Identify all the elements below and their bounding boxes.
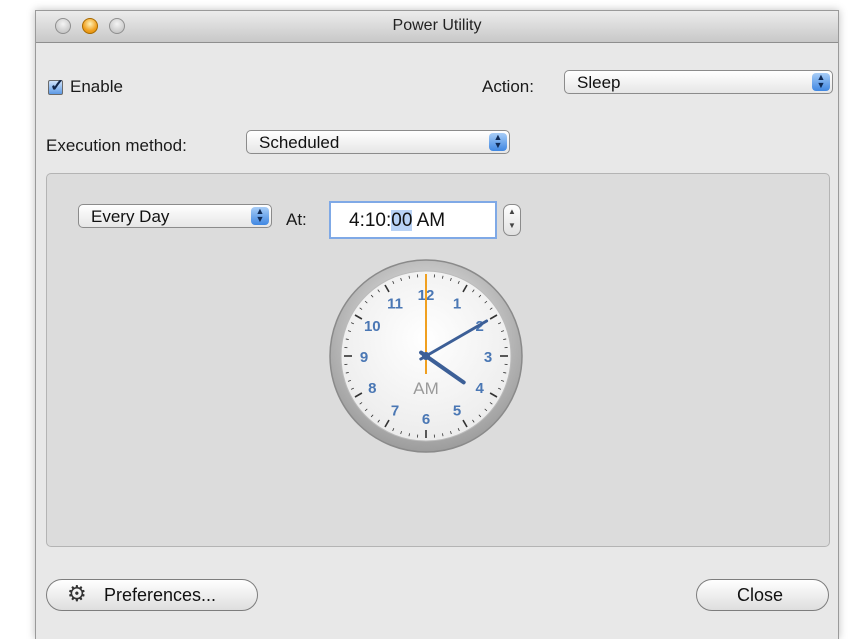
clock-number: 7 bbox=[391, 403, 399, 420]
popup-arrows-icon: ▲▼ bbox=[489, 133, 507, 151]
analog-clock: 121234567891011 AM bbox=[326, 256, 526, 456]
clock-number: 6 bbox=[422, 411, 430, 428]
stepper-up-icon[interactable]: ▲ bbox=[504, 205, 520, 219]
time-stepper[interactable]: ▲ ▼ bbox=[503, 204, 521, 236]
close-button[interactable]: Close bbox=[696, 579, 829, 611]
time-text: 4:10:00 AM bbox=[349, 210, 445, 232]
clock-center-pin bbox=[422, 352, 430, 360]
clock-number: 4 bbox=[476, 380, 485, 397]
execution-method-value: Scheduled bbox=[259, 133, 339, 153]
action-popup[interactable]: Sleep ▲▼ bbox=[564, 70, 833, 94]
time-field[interactable]: 4:10:00 AM bbox=[329, 201, 497, 239]
frequency-popup[interactable]: Every Day ▲▼ bbox=[78, 204, 272, 228]
action-label: Action: bbox=[482, 77, 534, 97]
action-value: Sleep bbox=[577, 73, 620, 93]
at-label: At: bbox=[286, 210, 307, 230]
window-title: Power Utility bbox=[36, 17, 838, 35]
execution-method-popup[interactable]: Scheduled ▲▼ bbox=[246, 130, 510, 154]
clock-number: 11 bbox=[387, 295, 403, 312]
time-seconds-selected[interactable]: 00 bbox=[391, 210, 412, 231]
title-bar[interactable]: Power Utility bbox=[36, 11, 838, 43]
popup-arrows-icon: ▲▼ bbox=[812, 73, 830, 91]
power-utility-window: Power Utility ✓ Enable Action: Sleep ▲▼ … bbox=[35, 10, 839, 639]
checkmark-icon: ✓ bbox=[50, 76, 64, 96]
enable-label: Enable bbox=[70, 77, 123, 97]
enable-checkbox[interactable]: ✓ bbox=[48, 80, 63, 95]
stepper-down-icon[interactable]: ▼ bbox=[504, 219, 520, 233]
clock-number: 1 bbox=[453, 295, 461, 312]
clock-period-label: AM bbox=[413, 379, 439, 398]
popup-arrows-icon: ▲▼ bbox=[251, 207, 269, 225]
time-suffix: AM bbox=[412, 210, 445, 231]
time-prefix: 4:10: bbox=[349, 210, 391, 231]
clock-number: 3 bbox=[484, 349, 492, 366]
clock-number: 10 bbox=[364, 318, 381, 335]
frequency-value: Every Day bbox=[91, 207, 169, 227]
close-button-label: Close bbox=[737, 585, 783, 606]
clock-number: 9 bbox=[360, 349, 368, 366]
clock-number: 8 bbox=[368, 380, 376, 397]
execution-method-label: Execution method: bbox=[46, 136, 187, 156]
preferences-button[interactable]: ⚙ Preferences... bbox=[46, 579, 258, 611]
clock-number: 5 bbox=[453, 403, 461, 420]
gear-icon: ⚙ bbox=[67, 581, 87, 607]
preferences-button-label: Preferences... bbox=[104, 585, 216, 606]
